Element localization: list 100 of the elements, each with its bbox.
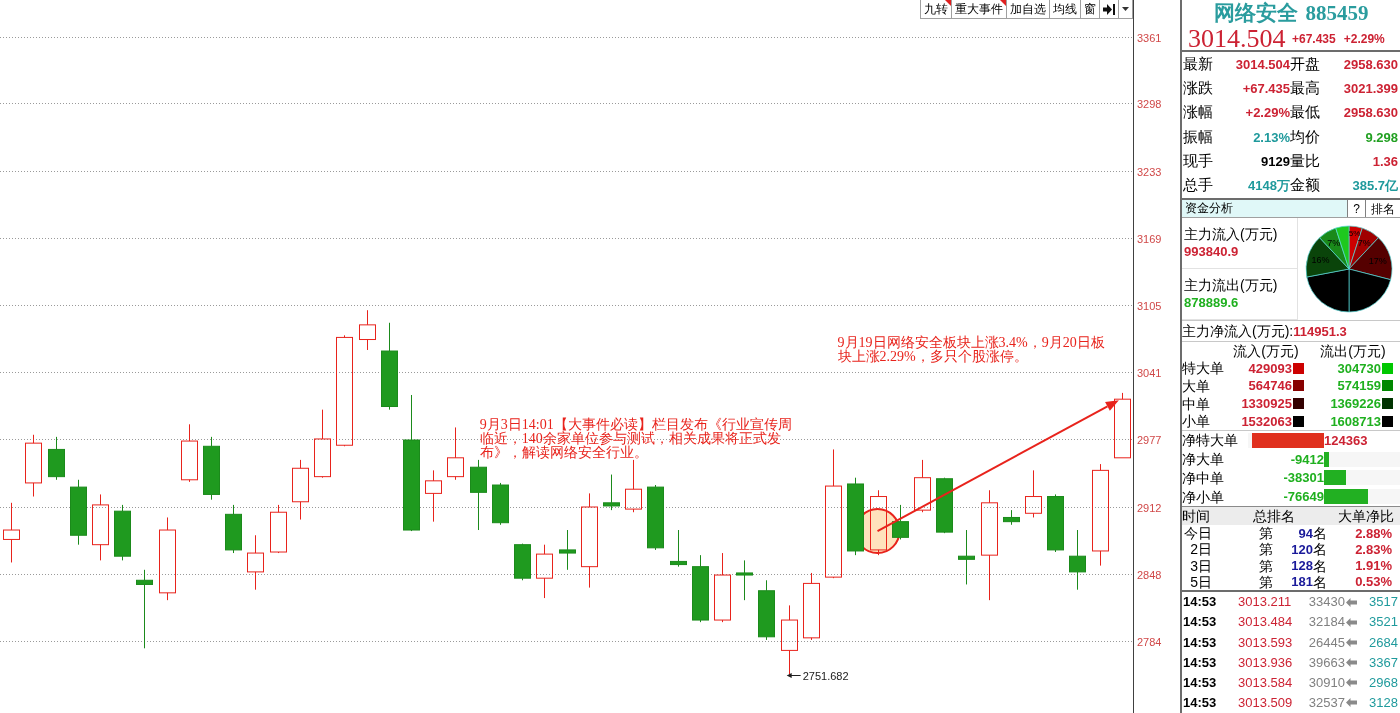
- falling-candle: [1047, 493, 1064, 553]
- corner-flag-icon: [945, 0, 951, 6]
- period-label: 2日: [1189, 542, 1212, 557]
- falling-candle: [603, 474, 620, 511]
- sector-name: 网络安全: [1213, 3, 1298, 24]
- stat-value: 3014.504: [1234, 57, 1290, 71]
- toolbar-button[interactable]: 均线: [1050, 0, 1081, 18]
- help-button[interactable]: ?: [1347, 200, 1365, 217]
- low-price-label: 2751.682: [802, 669, 849, 682]
- stat-value: +67.435: [1241, 82, 1290, 95]
- rising-candle: [359, 309, 376, 351]
- column-header: 大单净比: [1337, 509, 1395, 523]
- slice-label: 17%: [1368, 255, 1387, 266]
- falling-candle: [492, 482, 509, 526]
- axis-tick-label: 3298: [1137, 97, 1162, 110]
- tick-volume: 26445: [1307, 634, 1345, 651]
- jump-to-end-button[interactable]: [1100, 0, 1119, 18]
- falling-candle: [892, 504, 909, 540]
- falling-candle: [114, 504, 131, 561]
- row-label: 大单: [1182, 379, 1211, 393]
- table-cell: 574159: [1337, 379, 1381, 393]
- column-header: 总排名: [1252, 509, 1296, 523]
- table-cell: 1532063: [1241, 414, 1292, 428]
- stat-label: 涨跌: [1183, 81, 1213, 96]
- rising-candle: [3, 502, 20, 563]
- rising-candle: [447, 426, 464, 481]
- rising-candle: [270, 504, 287, 554]
- ratio-value: 1.91%: [1354, 559, 1393, 573]
- tick-time: 14:53: [1182, 695, 1218, 711]
- stat-label: 最新: [1183, 56, 1213, 72]
- rising-candle: [1025, 469, 1042, 518]
- stat-label: 金额: [1290, 178, 1321, 194]
- table-cell: 304730: [1337, 361, 1381, 375]
- net-flow-value: -38301: [1283, 471, 1324, 485]
- tick-volume: 30910: [1307, 674, 1345, 691]
- tick-count: 3128: [1368, 695, 1399, 711]
- main-outflow-label: 主力流出(万元): [1184, 276, 1278, 294]
- row-label: 中单: [1182, 396, 1211, 411]
- falling-candle: [559, 529, 576, 571]
- left-arrow-icon: [1346, 597, 1357, 607]
- stat-label: 最高: [1290, 81, 1321, 96]
- falling-candle: [670, 529, 687, 568]
- main-inflow-label: 主力流入(万元): [1184, 225, 1278, 243]
- rank-number: 120: [1290, 542, 1313, 556]
- row-label: 特大单: [1182, 361, 1225, 376]
- row-label: 净中单: [1182, 470, 1224, 485]
- tick-price: 3013.211: [1238, 594, 1293, 610]
- tick-count: 2684: [1368, 634, 1399, 651]
- stat-value: 385.7亿: [1351, 179, 1398, 193]
- main-inflow-value: 993840.9: [1184, 243, 1239, 261]
- tick-time: 14:53: [1182, 654, 1218, 671]
- falling-candle: [514, 543, 531, 581]
- falling-candle: [48, 436, 65, 481]
- stat-value: 2958.630: [1342, 106, 1398, 120]
- rising-candle: [292, 459, 309, 521]
- tick-count: 3517: [1368, 594, 1399, 610]
- stat-value: 3021.399: [1342, 82, 1398, 95]
- tick-count: 3521: [1368, 614, 1399, 631]
- rising-candle: [536, 544, 553, 599]
- stat-label: 均价: [1290, 129, 1321, 145]
- main-outflow-value: 878889.6: [1184, 294, 1239, 312]
- axis-tick-label: 2848: [1137, 568, 1162, 581]
- stat-label: 现手: [1183, 154, 1213, 169]
- falling-candle: [736, 559, 753, 601]
- toolbar-button[interactable]: 加自选: [1007, 0, 1050, 18]
- ranking-button[interactable]: 排名: [1365, 200, 1400, 217]
- rising-candle: [803, 572, 820, 641]
- dropdown-button[interactable]: [1119, 0, 1133, 18]
- rank-number: 181: [1290, 575, 1313, 589]
- percent-change: +2.29%: [1343, 32, 1385, 45]
- sector-code: 885459: [1305, 3, 1369, 24]
- axis-tick-label: 3233: [1137, 165, 1162, 178]
- toolbar-button[interactable]: 九转: [921, 0, 952, 18]
- toolbar-button[interactable]: 重大事件: [952, 0, 1007, 18]
- rising-candle: [625, 459, 642, 513]
- stat-value: 1.36: [1371, 155, 1398, 168]
- period-label: 3日: [1189, 558, 1212, 573]
- net-flow-value: -9412: [1290, 452, 1324, 466]
- column-header: 时间: [1182, 509, 1211, 523]
- table-cell: 1369226: [1330, 397, 1381, 411]
- stat-value: 2958.630: [1342, 57, 1398, 71]
- caret-icon: [1122, 7, 1129, 11]
- rank-suffix: 名: [1313, 542, 1328, 557]
- axis-tick-label: 3361: [1137, 31, 1162, 44]
- period-label: 5日: [1189, 574, 1212, 589]
- rank-suffix: 名: [1313, 574, 1328, 589]
- last-price: 3014.504: [1188, 25, 1287, 52]
- rank-number: 94: [1297, 526, 1313, 540]
- stat-value: 4148万: [1247, 179, 1290, 193]
- axis-tick-label: 2977: [1137, 433, 1162, 446]
- table-cell: 1608713: [1330, 414, 1381, 428]
- ratio-value: 0.53%: [1354, 575, 1393, 589]
- falling-candle: [692, 554, 709, 623]
- annotation-note: 9月19日网络安全板块上涨3.4%，9月20日板块上涨2.29%，多只个股涨停。: [837, 335, 1106, 364]
- tick-price: 3013.936: [1238, 654, 1294, 671]
- ratio-value: 2.83%: [1354, 542, 1393, 556]
- rank-prefix: 第: [1258, 542, 1273, 557]
- rising-candle: [25, 434, 42, 498]
- stat-label: 量比: [1290, 154, 1321, 169]
- left-arrow-icon: [1346, 637, 1357, 647]
